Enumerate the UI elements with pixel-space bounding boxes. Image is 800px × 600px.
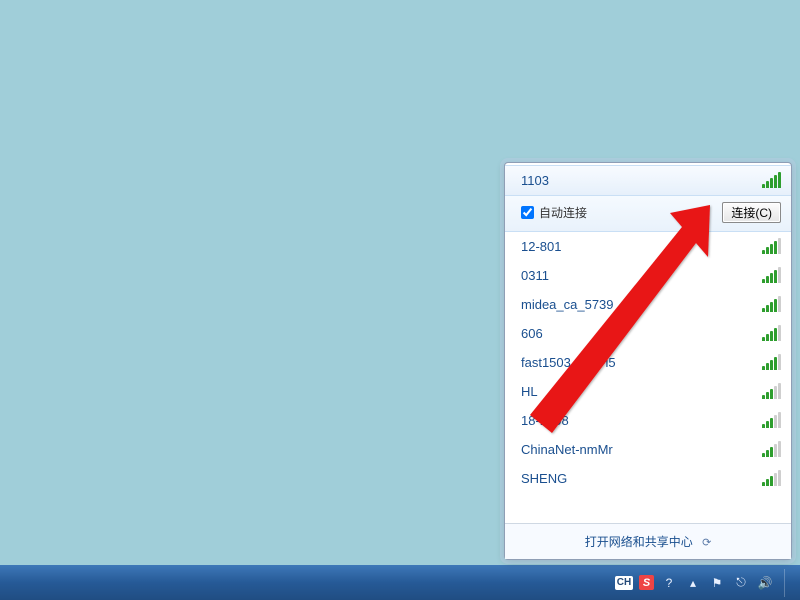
- action-center-icon[interactable]: ⚑: [708, 574, 726, 592]
- wifi-item[interactable]: ChinaNet-nmMr: [505, 435, 791, 464]
- wifi-signal-icon: [762, 414, 781, 428]
- wifi-signal-icon: [762, 174, 781, 188]
- wifi-ssid: SHENG: [521, 471, 567, 486]
- wifi-signal-icon: [762, 298, 781, 312]
- show-desktop-button[interactable]: [784, 569, 794, 597]
- wifi-signal-icon: [762, 443, 781, 457]
- network-tray-icon[interactable]: ⎋: [732, 574, 750, 592]
- taskbar[interactable]: CH S ? ▴ ⚑ ⎋ 🔊: [0, 565, 800, 600]
- wifi-list[interactable]: 1103 自动连接 连接(C) 12-801 0311 midea_ca_5739 6…: [505, 163, 791, 523]
- wifi-ssid: 18-1308: [521, 413, 569, 428]
- tray-chevron-icon[interactable]: ▴: [684, 574, 702, 592]
- wifi-ssid: fast1503_Wi-Fi5: [521, 355, 616, 370]
- ime-sogou-icon[interactable]: S: [639, 575, 654, 590]
- connect-button[interactable]: 连接(C): [722, 202, 781, 223]
- auto-connect-text: 自动连接: [539, 204, 587, 221]
- wifi-ssid: 1103: [521, 173, 549, 188]
- wifi-item[interactable]: 0311: [505, 261, 791, 290]
- wifi-signal-icon: [762, 327, 781, 341]
- wifi-signal-icon: [762, 269, 781, 283]
- auto-connect-checkbox-label[interactable]: 自动连接: [521, 204, 714, 221]
- wifi-signal-icon: [762, 385, 781, 399]
- wifi-network-popup: 1103 自动连接 连接(C) 12-801 0311 midea_ca_5739 6…: [504, 162, 792, 560]
- wifi-item-selected[interactable]: 1103: [505, 165, 791, 196]
- wifi-ssid: HL: [521, 384, 538, 399]
- wifi-ssid: 606: [521, 326, 543, 341]
- wifi-ssid: ChinaNet-nmMr: [521, 442, 613, 457]
- wifi-item[interactable]: HL: [505, 377, 791, 406]
- wifi-item[interactable]: 606: [505, 319, 791, 348]
- wifi-signal-icon: [762, 240, 781, 254]
- desktop: 1103 自动连接 连接(C) 12-801 0311 midea_ca_5739 6…: [0, 0, 800, 565]
- wifi-item[interactable]: SHENG: [505, 464, 791, 493]
- ime-language-indicator[interactable]: CH: [615, 576, 633, 590]
- wifi-item-expanded-controls: 自动连接 连接(C): [505, 196, 791, 232]
- wifi-item[interactable]: 12-801: [505, 232, 791, 261]
- wifi-item[interactable]: midea_ca_5739: [505, 290, 791, 319]
- refresh-icon[interactable]: ⟳: [702, 536, 711, 549]
- open-network-center-link[interactable]: 打开网络和共享中心: [585, 535, 693, 549]
- wifi-ssid: midea_ca_5739: [521, 297, 614, 312]
- auto-connect-checkbox[interactable]: [521, 206, 534, 219]
- wifi-item[interactable]: 18-1308: [505, 406, 791, 435]
- wifi-item[interactable]: fast1503_Wi-Fi5: [505, 348, 791, 377]
- wifi-ssid: 0311: [521, 268, 549, 283]
- wifi-ssid: 12-801: [521, 239, 561, 254]
- wifi-signal-icon: [762, 356, 781, 370]
- volume-icon[interactable]: 🔊: [756, 574, 774, 592]
- system-tray: CH S ? ▴ ⚑ ⎋ 🔊: [615, 574, 774, 592]
- help-icon[interactable]: ?: [660, 574, 678, 592]
- wifi-footer: 打开网络和共享中心 ⟳: [505, 523, 791, 559]
- wifi-signal-icon: [762, 472, 781, 486]
